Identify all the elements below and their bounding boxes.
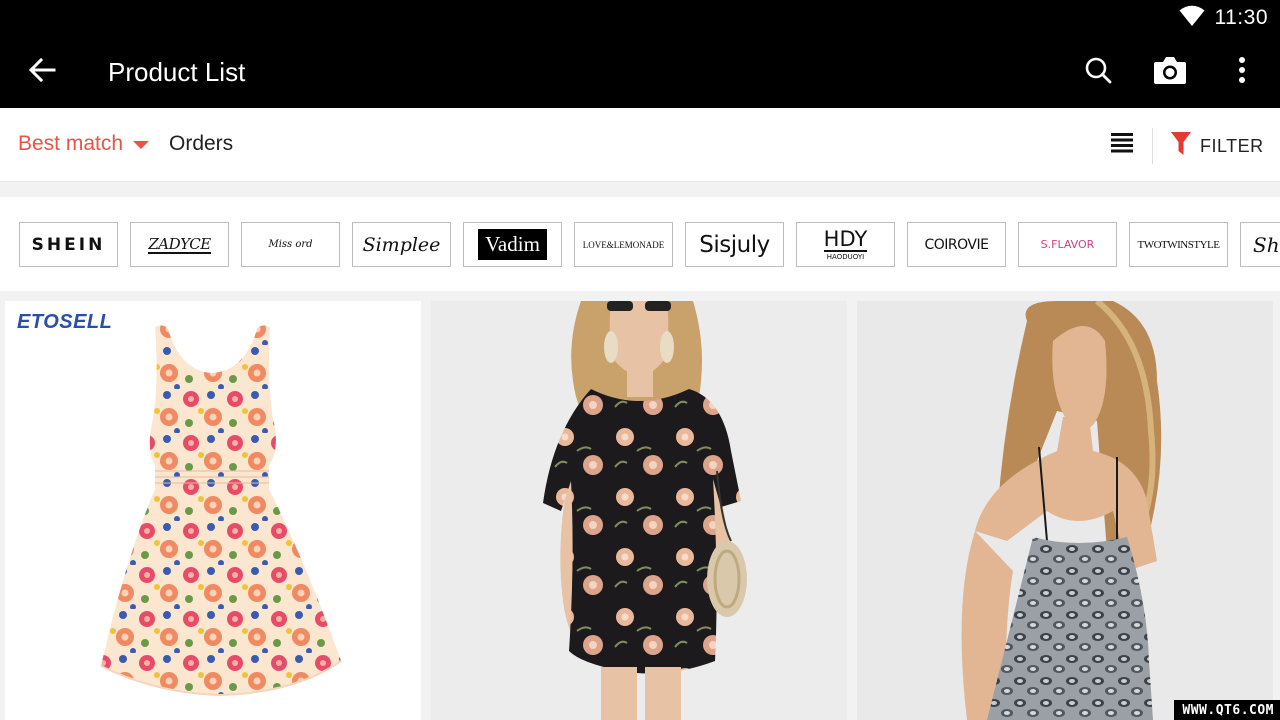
brand-sisjuly[interactable]: Sisjuly <box>685 222 784 267</box>
brand-zadyce[interactable]: ZADYCE <box>130 222 229 267</box>
brand-label: Vadim <box>478 229 547 260</box>
brand-love-lemonade[interactable]: LOVE&LEMONADE <box>574 222 673 267</box>
brand-miss-ord[interactable]: Miss ord <box>241 222 340 267</box>
more-vert-icon <box>1238 56 1246 89</box>
app-bar: Product List <box>0 36 1280 108</box>
product-image <box>543 301 747 720</box>
brand-label: COIROVIE <box>924 236 989 253</box>
search-icon <box>1084 56 1112 89</box>
filter-button[interactable]: FILTER <box>1170 128 1264 164</box>
brand-label: Simplee <box>362 233 441 256</box>
status-time: 11:30 <box>1214 6 1268 29</box>
brand-label: TWOTWINSTYLE <box>1137 238 1220 251</box>
brand-badge: ETOSELL <box>17 311 113 333</box>
brand-label: HDY <box>823 226 868 252</box>
caret-down-icon <box>133 141 150 149</box>
search-button[interactable] <box>1074 48 1122 96</box>
app-bar-actions <box>1074 48 1266 96</box>
brand-hdy[interactable]: HDY HAODUOYI <box>796 222 895 267</box>
brand-label: Miss ord <box>268 239 313 250</box>
brand-label: LOVE&LEMONADE <box>582 239 665 250</box>
status-bar: 11:30 <box>0 0 1280 36</box>
arrow-back-icon <box>28 56 56 89</box>
filter-icon <box>1170 131 1192 162</box>
list-view-icon <box>1111 132 1133 158</box>
brand-s-flavor[interactable]: S.FLAVOR <box>1018 222 1117 267</box>
brand-vadim[interactable]: Vadim <box>463 222 562 267</box>
page-title: Product List <box>108 57 246 87</box>
sort-best-match-dropdown[interactable]: Best match <box>18 132 150 156</box>
brand-she[interactable]: She <box>1240 222 1280 267</box>
brand-coirovie[interactable]: COIROVIE <box>907 222 1006 267</box>
back-button[interactable] <box>18 48 66 96</box>
more-options-button[interactable] <box>1218 48 1266 96</box>
brand-label: SHEIN <box>31 234 106 255</box>
product-card[interactable] <box>857 301 1273 720</box>
camera-icon <box>1153 55 1187 90</box>
brand-sublabel: HAODUOYI <box>826 252 865 261</box>
watermark: WWW.QT6.COM <box>1174 700 1280 720</box>
toolbar-divider <box>1152 128 1153 164</box>
brand-list: SHEIN ZADYCE Miss ord Simplee Vadim LOVE… <box>19 222 1280 267</box>
product-card[interactable] <box>431 301 847 720</box>
brand-label: S.FLAVOR <box>1040 238 1095 251</box>
wifi-icon <box>1179 5 1205 32</box>
brand-shein[interactable]: SHEIN <box>19 222 118 267</box>
brand-label: ZADYCE <box>148 234 211 254</box>
brand-twotwinstyle[interactable]: TWOTWINSTYLE <box>1129 222 1228 267</box>
product-card[interactable]: ETOSELL <box>5 301 421 720</box>
brand-label: Sisjuly <box>699 231 770 258</box>
view-toggle-button[interactable] <box>1104 130 1140 160</box>
sort-orders-tab[interactable]: Orders <box>169 132 233 156</box>
brand-label: She <box>1253 232 1280 257</box>
product-image <box>100 325 342 697</box>
product-image <box>961 301 1162 720</box>
camera-button[interactable] <box>1146 48 1194 96</box>
sort-best-match-label: Best match <box>18 132 124 155</box>
brand-simplee[interactable]: Simplee <box>352 222 451 267</box>
sort-bar: Best match Orders FILTER <box>0 108 1280 182</box>
status-icons: 11:30 <box>1179 4 1269 32</box>
brand-strip: SHEIN ZADYCE Miss ord Simplee Vadim LOVE… <box>0 197 1280 291</box>
product-grid: ETOSELL <box>0 301 1280 720</box>
filter-label: FILTER <box>1200 135 1264 156</box>
